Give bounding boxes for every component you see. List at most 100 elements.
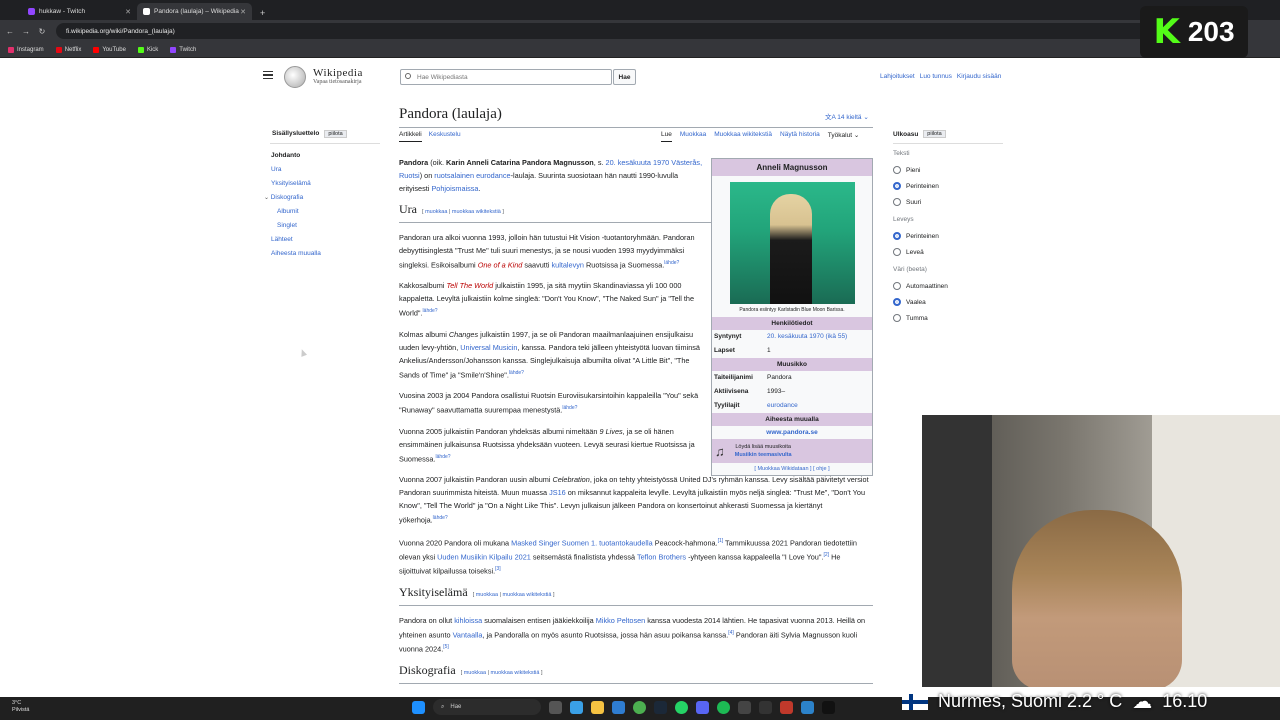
toc-item-intro[interactable]: Johdanto — [271, 149, 321, 163]
donate-link[interactable]: Lahjoitukset — [880, 73, 915, 80]
main-menu-icon[interactable] — [263, 71, 273, 79]
wikipedia-globe-icon[interactable] — [284, 66, 306, 88]
tab-talk[interactable]: Keskustelu — [429, 131, 461, 142]
birthdate-link[interactable]: 20. kesäkuuta 1970 — [606, 158, 670, 167]
infobox-photo[interactable] — [729, 182, 855, 304]
website-link[interactable]: www.pandora.se — [712, 426, 872, 439]
gold-record-link[interactable]: kultalevyn — [552, 260, 584, 269]
terminal-icon[interactable] — [738, 700, 751, 714]
color-option-light[interactable]: Vaalea — [893, 294, 1003, 310]
region-link[interactable]: Pohjoismaissa — [431, 184, 478, 193]
tab-article[interactable]: Artikkeli — [399, 131, 422, 142]
toc-item-singlet[interactable]: Singlet — [271, 219, 321, 233]
edge-icon[interactable] — [570, 700, 583, 714]
create-account-link[interactable]: Luo tunnus — [920, 73, 952, 80]
color-option-auto[interactable]: Automaattinen — [893, 278, 1003, 294]
tab-read[interactable]: Lue — [661, 131, 672, 142]
chrome-icon[interactable] — [633, 700, 646, 714]
engaged-link[interactable]: kihloissa — [454, 616, 482, 625]
color-option-dark[interactable]: Tumma — [893, 310, 1003, 326]
toc-hide-button[interactable]: piilota — [324, 130, 347, 138]
bookmark-netflix[interactable]: Netflix — [55, 46, 81, 53]
toc-item-yksityiselama[interactable]: Yksityiselämä — [271, 177, 321, 191]
edit-source-link[interactable]: muokkaa wikitekstiä — [503, 592, 552, 598]
radio-button[interactable] — [893, 248, 901, 256]
js16-link[interactable]: JS16 — [549, 488, 566, 497]
citation-needed[interactable]: lähde? — [436, 454, 451, 460]
radio-button[interactable] — [893, 282, 901, 290]
url-input[interactable]: fi.wikipedia.org/wiki/Pandora_(laulaja) — [56, 23, 1156, 39]
music-portal-link[interactable]: Musiikin teemasivulta — [735, 452, 792, 458]
languages-button[interactable]: 文A 14 kieltä ⌄ — [825, 111, 869, 121]
close-icon[interactable]: ✕ — [240, 8, 246, 16]
reload-icon[interactable]: ↻ — [36, 27, 48, 36]
x-icon[interactable] — [822, 700, 835, 714]
toc-item-aiheesta-muualla[interactable]: Aiheesta muualla — [271, 247, 321, 261]
obs-icon[interactable] — [780, 700, 793, 714]
tools-menu[interactable]: Työkalut ⌄ — [828, 131, 859, 142]
login-link[interactable]: Kirjaudu sisään — [957, 73, 1001, 80]
spotify-icon[interactable] — [717, 700, 730, 714]
text-option-small[interactable]: Pieni — [893, 162, 1003, 178]
tab-edit-source[interactable]: Muokkaa wikitekstiä — [714, 131, 772, 142]
citation-needed[interactable]: lähde? — [509, 370, 524, 376]
settings-icon[interactable] — [801, 700, 814, 714]
text-option-large[interactable]: Suuri — [893, 194, 1003, 210]
forward-icon[interactable]: → — [20, 27, 32, 36]
radio-button[interactable] — [893, 232, 901, 240]
edit-link[interactable]: muokkaa — [476, 592, 498, 598]
radio-button[interactable] — [893, 182, 901, 190]
edit-link[interactable]: muokkaa — [425, 209, 447, 215]
search-input[interactable]: Hae Wikipediasta — [400, 69, 612, 85]
app-icon[interactable] — [759, 700, 772, 714]
taskbar-search[interactable]: ⌕ Hae — [433, 699, 541, 715]
text-option-standard[interactable]: Perinteinen — [893, 178, 1003, 194]
redlink-album[interactable]: One of a Kind — [478, 260, 523, 269]
citation-needed[interactable]: lähde? — [423, 308, 438, 314]
bookmark-instagram[interactable]: Instagram — [8, 46, 44, 53]
masked-singer-link[interactable]: Masked Singer Suomen 1. tuotantokaudella — [511, 538, 653, 547]
citation-needed[interactable]: lähde? — [664, 260, 679, 266]
born-value[interactable]: 20. kesäkuuta 1970 (ikä 55) — [767, 333, 847, 341]
bookmark-twitch[interactable]: Twitch — [170, 46, 196, 53]
tab-wikipedia[interactable]: Pandora (laulaja) – Wikipedia ✕ — [137, 3, 252, 20]
width-option-wide[interactable]: Leveä — [893, 244, 1003, 260]
genre-value[interactable]: eurodance — [767, 402, 798, 410]
whatsapp-icon[interactable] — [675, 700, 688, 714]
windows-start-icon[interactable] — [412, 700, 425, 714]
appearance-hide-button[interactable]: piilota — [923, 130, 946, 138]
vantaa-link[interactable]: Vantaalla — [453, 630, 483, 639]
bookmark-youtube[interactable]: YouTube — [93, 46, 126, 53]
toc-item-albumit[interactable]: Albumit — [271, 205, 321, 219]
tab-history[interactable]: Näytä historia — [780, 131, 820, 142]
umk-link[interactable]: Uuden Musiikin Kilpailu 2021 — [437, 552, 531, 561]
toc-item-ura[interactable]: Ura — [271, 163, 321, 177]
bookmark-kick[interactable]: Kick — [137, 46, 158, 53]
discord-icon[interactable] — [696, 700, 709, 714]
search-button[interactable]: Hae — [613, 69, 636, 85]
mikko-peltonen-link[interactable]: Mikko Peltosen — [596, 616, 645, 625]
radio-button[interactable] — [893, 298, 901, 306]
redlink-album[interactable]: Tell The World — [446, 281, 493, 290]
label-link[interactable]: Universal Musicin — [460, 343, 517, 352]
genre-link[interactable]: ruotsalainen eurodance — [434, 171, 510, 180]
new-tab-button[interactable]: + — [252, 8, 273, 20]
reference-3[interactable]: [3] — [495, 566, 501, 572]
citation-needed[interactable]: lähde? — [433, 515, 448, 521]
radio-button[interactable] — [893, 198, 901, 206]
edit-source-link[interactable]: muokkaa wikitekstiä — [452, 209, 501, 215]
file-explorer-icon[interactable] — [591, 700, 604, 714]
store-icon[interactable] — [612, 700, 625, 714]
chevron-down-icon[interactable]: ⌄ — [264, 195, 271, 201]
edit-source-link[interactable]: muokkaa wikitekstiä — [491, 670, 540, 676]
wikipedia-wordmark[interactable]: Wikipedia — [313, 67, 363, 79]
citation-needed[interactable]: lähde? — [562, 405, 577, 411]
tab-edit[interactable]: Muokkaa — [680, 131, 706, 142]
teflon-brothers-link[interactable]: Teflon Brothers — [637, 552, 686, 561]
radio-button[interactable] — [893, 166, 901, 174]
task-view-icon[interactable] — [549, 700, 562, 714]
tab-twitch[interactable]: hukkaw - Twitch ✕ — [22, 3, 137, 20]
toc-item-lahteet[interactable]: Lähteet — [271, 233, 321, 247]
edit-link[interactable]: muokkaa — [464, 670, 486, 676]
steam-icon[interactable] — [654, 700, 667, 714]
